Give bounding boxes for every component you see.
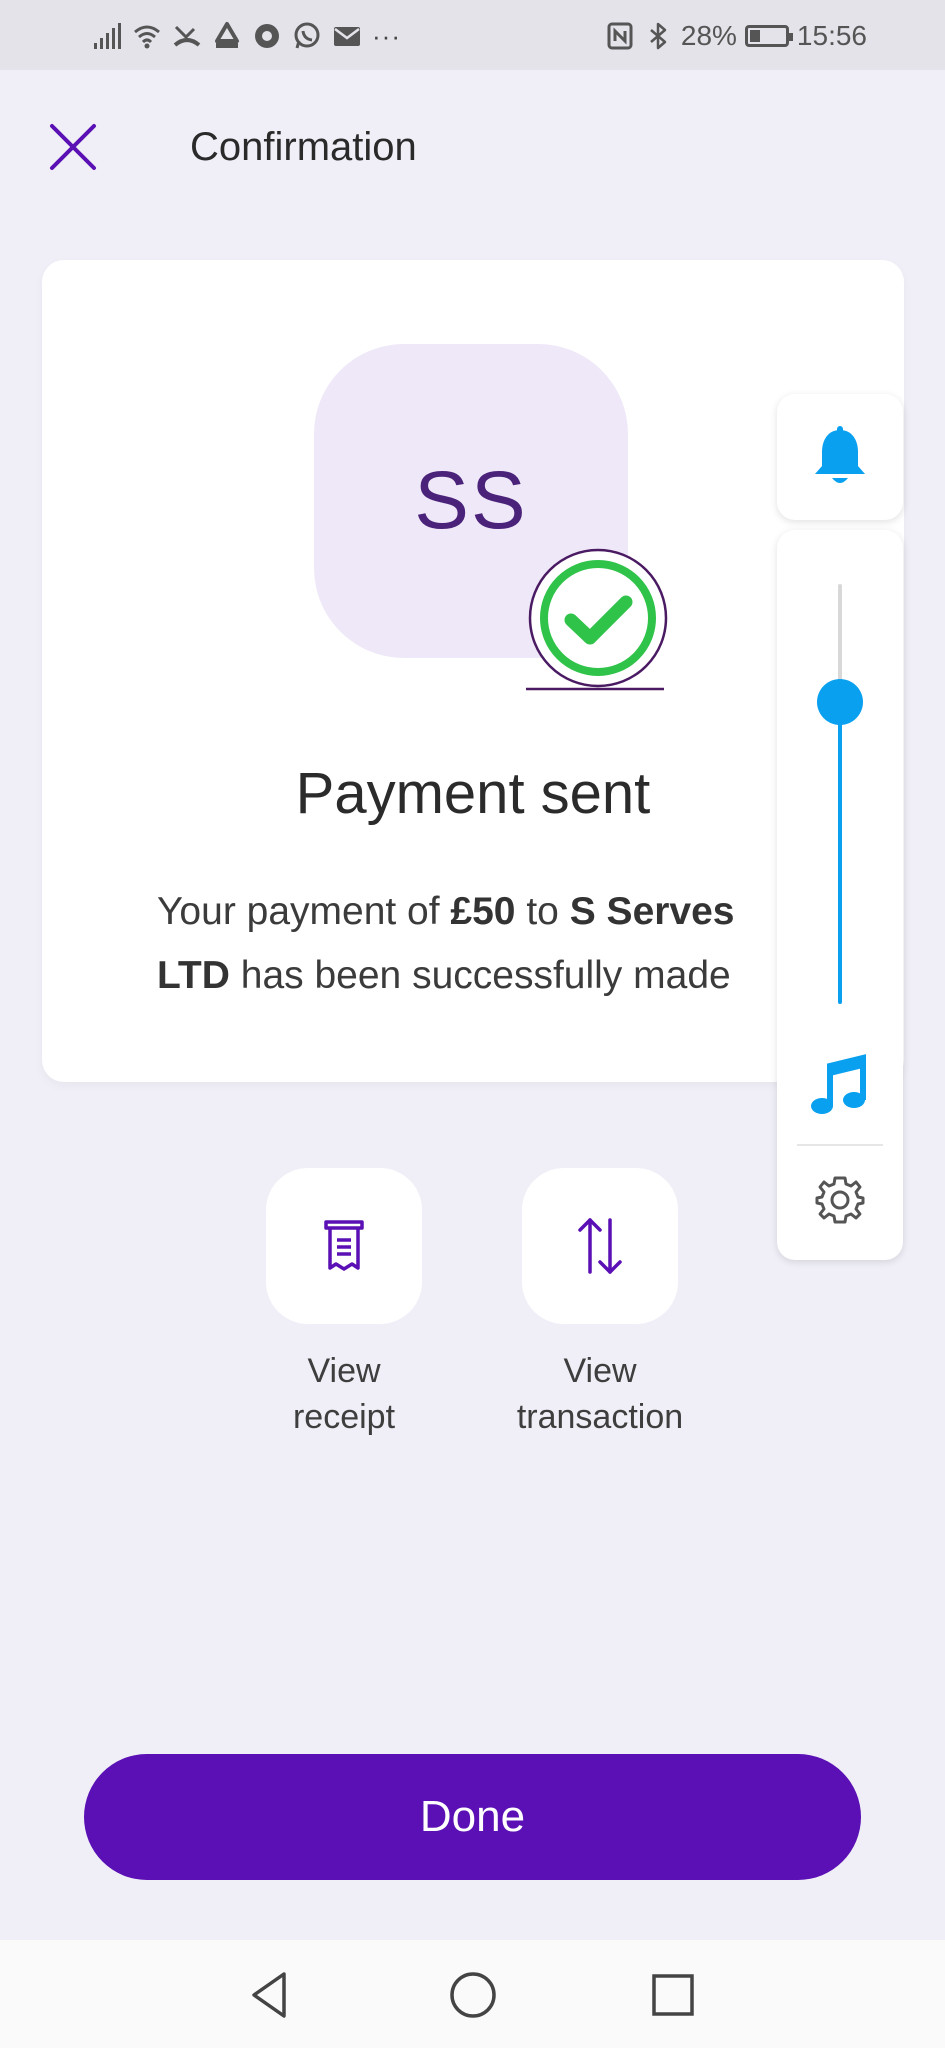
- view-transaction-label: View transaction: [516, 1352, 684, 1436]
- nfc-icon: [605, 21, 635, 51]
- transaction-tile[interactable]: [522, 1168, 678, 1324]
- volume-divider: [797, 1144, 883, 1146]
- bluetooth-icon: [643, 21, 673, 51]
- view-receipt-label: View receipt: [292, 1352, 396, 1436]
- status-right-icons: 28% 15:56: [605, 18, 867, 54]
- result-message: Your payment of £50 to S Serves LTD has …: [157, 880, 877, 1008]
- home-icon[interactable]: [446, 1968, 500, 2022]
- close-button[interactable]: [44, 118, 102, 176]
- result-title: Payment sent: [295, 761, 651, 826]
- recycle-icon: [212, 21, 242, 51]
- volume-fill: [838, 701, 842, 1004]
- result-message-line-1: Your payment of £50 to S Serves: [157, 890, 735, 933]
- result-message-line-2: LTD has been successfully made: [157, 954, 731, 997]
- back-icon[interactable]: [244, 1968, 298, 2022]
- done-button[interactable]: Done: [84, 1754, 861, 1880]
- close-icon: [50, 124, 96, 170]
- recents-icon[interactable]: [646, 1968, 700, 2022]
- signal-icon: [92, 21, 122, 51]
- gear-icon[interactable]: [814, 1174, 866, 1226]
- bell-icon: [815, 426, 865, 483]
- more-notifications-indicator: ···: [372, 20, 401, 51]
- payment-amount: £50: [450, 890, 516, 933]
- chrome-icon: [252, 21, 282, 51]
- receipt-tile[interactable]: [266, 1168, 422, 1324]
- payee-name: S Serves: [569, 890, 735, 933]
- page-title: Confirmation: [190, 125, 417, 169]
- music-note-icon: [808, 1054, 872, 1118]
- clock: 15:56: [796, 20, 867, 51]
- check-circle-icon: [526, 546, 670, 702]
- battery-fill: [749, 30, 760, 42]
- status-left-icons: ···: [92, 18, 401, 54]
- view-receipt-button[interactable]: View receipt: [244, 1168, 444, 1440]
- whatsapp-icon: [292, 21, 322, 51]
- receipt-icon: [324, 1220, 364, 1271]
- volume-panel: [777, 530, 903, 1260]
- battery-icon: [744, 25, 793, 47]
- confirmation-card: SS Payment sent Your payment of £50 to S…: [42, 260, 904, 1082]
- wifi-icon: [132, 21, 162, 51]
- status-bar: ··· 28% 15:56: [0, 0, 945, 70]
- payee-name-suffix: LTD: [157, 954, 230, 997]
- transfer-arrows-icon: [578, 1218, 622, 1274]
- battery-percent: 28%: [680, 20, 737, 51]
- volume-slider-thumb[interactable]: [817, 678, 863, 725]
- mail-icon: [332, 21, 362, 51]
- view-transaction-button[interactable]: View transaction: [500, 1168, 700, 1440]
- missed-call-icon: [172, 21, 202, 51]
- ringer-mode-button[interactable]: [777, 394, 903, 520]
- system-nav-bar: [0, 1940, 945, 2048]
